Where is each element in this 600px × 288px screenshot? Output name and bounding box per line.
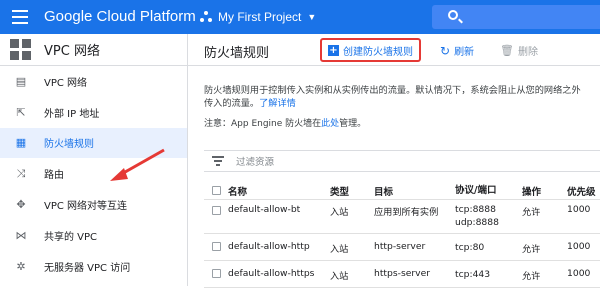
note-link[interactable]: 此处 bbox=[321, 119, 339, 129]
rule-name[interactable]: default-allow-https bbox=[228, 268, 314, 279]
refresh-button[interactable]: ↻ 刷新 bbox=[440, 43, 475, 59]
rule-priority: 1000 bbox=[567, 268, 591, 279]
page-description: 防火墙规则用于控制传入实例和从实例传出的流量。默认情况下，系统会阻止从您的网络之… bbox=[204, 84, 584, 110]
rule-type: 入站 bbox=[330, 207, 349, 218]
sidebar-item-firewall[interactable]: ▦ 防火墙规则 bbox=[0, 127, 187, 159]
learn-more-link[interactable]: 了解详情 bbox=[259, 98, 296, 109]
refresh-icon: ↻ bbox=[440, 43, 451, 58]
rule-target: 应用到所有实例 bbox=[374, 207, 439, 218]
sidebar-item-label: 共享的 VPC bbox=[44, 231, 98, 243]
sidebar-item-shared-vpc[interactable]: ⋈ 共享的 VPC bbox=[0, 220, 187, 251]
add-icon: + bbox=[328, 44, 339, 56]
external-ip-icon: ⇱ bbox=[16, 105, 26, 119]
table-row: default-allow-bt 入站 应用到所有实例 tcp:8888 udp… bbox=[204, 200, 600, 234]
filter-placeholder: 过滤资源 bbox=[236, 157, 275, 168]
create-firewall-rule-button[interactable]: + 创建防火墙规则 bbox=[320, 38, 421, 62]
vpc-network-icon bbox=[10, 38, 32, 61]
sidebar-item-routes[interactable]: ⤨ 路由 bbox=[0, 158, 187, 189]
sidebar-item-external-ip[interactable]: ⇱ 外部 IP 地址 bbox=[0, 97, 187, 128]
sidebar-item-label: VPC 网络 bbox=[44, 77, 88, 89]
table-row: default-allow-http 入站 http-server tcp:80… bbox=[204, 234, 600, 261]
serverless-icon: ✲ bbox=[16, 259, 26, 273]
sidebar-item-serverless[interactable]: ✲ 无服务器 VPC 访问 bbox=[0, 251, 187, 282]
rule-target: https-server bbox=[374, 268, 431, 279]
column-header-protocols[interactable]: 协议/端口 bbox=[455, 184, 496, 197]
sidebar-item-vpc-networks[interactable]: ▤ VPC 网络 bbox=[0, 66, 187, 97]
column-header-name[interactable]: 名称 bbox=[228, 184, 247, 198]
note-prefix: 注意：App Engine 防火墙在 bbox=[204, 119, 322, 129]
filter-bar[interactable]: 过滤资源 bbox=[204, 150, 600, 172]
refresh-button-label: 刷新 bbox=[454, 47, 475, 58]
column-header-action[interactable]: 操作 bbox=[522, 184, 541, 198]
table-row: default-allow-https 入站 https-server tcp:… bbox=[204, 261, 600, 288]
rule-protocols: tcp:80 bbox=[455, 242, 485, 253]
delete-button-label: 删除 bbox=[517, 47, 538, 58]
column-header-target[interactable]: 目标 bbox=[374, 184, 393, 198]
row-checkbox[interactable] bbox=[212, 242, 221, 251]
project-icon bbox=[200, 11, 212, 23]
sidebar-item-label: 路由 bbox=[44, 170, 64, 182]
select-all-checkbox[interactable] bbox=[212, 186, 221, 195]
sidebar: VPC 网络 ▤ VPC 网络 ⇱ 外部 IP 地址 ▦ 防火墙规则 ⤨ 路由 … bbox=[0, 34, 188, 286]
trash-icon: 🗑 bbox=[500, 44, 514, 57]
firewall-rules-table: 名称 类型 目标 协议/端口 操作 优先级 default-allow-bt 入… bbox=[204, 182, 600, 288]
rule-priority: 1000 bbox=[567, 241, 591, 252]
table-header-row: 名称 类型 目标 协议/端口 操作 优先级 bbox=[204, 182, 600, 200]
action-bar: 防火墙规则 + 创建防火墙规则 ↻ 刷新 🗑 删除 bbox=[188, 34, 600, 66]
filter-icon bbox=[212, 156, 224, 166]
peering-icon: ✥ bbox=[16, 198, 26, 212]
rule-action: 允许 bbox=[522, 244, 541, 255]
top-app-bar: Google Cloud Platform My First Project ▼ bbox=[0, 0, 600, 34]
routes-icon: ⤨ bbox=[16, 166, 26, 180]
rule-name[interactable]: default-allow-http bbox=[228, 241, 310, 252]
rule-action: 允许 bbox=[522, 271, 541, 282]
main-content: 防火墙规则 + 创建防火墙规则 ↻ 刷新 🗑 删除 防火墙规则用于控制传入实例和… bbox=[188, 34, 600, 288]
sidebar-item-peering[interactable]: ✥ VPC 网络对等互连 bbox=[0, 189, 187, 220]
brand-title[interactable]: Google Cloud Platform bbox=[44, 8, 196, 25]
hamburger-icon[interactable] bbox=[12, 10, 28, 24]
row-checkbox[interactable] bbox=[212, 269, 221, 278]
project-name: My First Project bbox=[218, 10, 302, 24]
sidebar-item-label: 防火墙规则 bbox=[44, 139, 94, 151]
firewall-icon: ▦ bbox=[15, 136, 27, 150]
project-selector[interactable]: My First Project ▼ bbox=[200, 6, 316, 28]
row-checkbox[interactable] bbox=[212, 206, 221, 215]
search-icon bbox=[448, 10, 458, 20]
sidebar-item-label: VPC 网络对等互连 bbox=[44, 201, 128, 213]
search-input[interactable] bbox=[432, 5, 600, 29]
rule-action: 允许 bbox=[522, 207, 541, 218]
delete-button[interactable]: 🗑 删除 bbox=[500, 43, 538, 58]
note-suffix: 管理。 bbox=[339, 119, 367, 129]
rule-type: 入站 bbox=[330, 244, 349, 255]
app-engine-note: 注意：App Engine 防火墙在此处管理。 bbox=[204, 116, 366, 129]
sidebar-item-label: 无服务器 VPC 访问 bbox=[44, 262, 131, 274]
rule-protocols: tcp:8888 udp:8888 bbox=[455, 203, 499, 229]
rule-protocol-line: tcp:8888 bbox=[455, 204, 496, 215]
page-title: 防火墙规则 bbox=[204, 46, 270, 61]
rule-type: 入站 bbox=[330, 271, 349, 282]
chevron-down-icon: ▼ bbox=[307, 12, 317, 22]
sidebar-item-label: 外部 IP 地址 bbox=[44, 108, 100, 120]
network-icon: ▤ bbox=[15, 74, 27, 88]
sidebar-header: VPC 网络 bbox=[0, 34, 187, 66]
column-header-priority[interactable]: 优先级 bbox=[567, 184, 596, 198]
create-button-label: 创建防火墙规则 bbox=[343, 46, 413, 58]
rule-name[interactable]: default-allow-bt bbox=[228, 204, 300, 215]
shared-vpc-icon: ⋈ bbox=[15, 228, 27, 242]
column-header-type[interactable]: 类型 bbox=[330, 184, 349, 198]
rule-target: http-server bbox=[374, 241, 426, 252]
rule-protocol-line: udp:8888 bbox=[455, 217, 499, 228]
sidebar-title: VPC 网络 bbox=[44, 44, 100, 59]
rule-priority: 1000 bbox=[567, 204, 591, 215]
rule-protocols: tcp:443 bbox=[455, 269, 491, 280]
